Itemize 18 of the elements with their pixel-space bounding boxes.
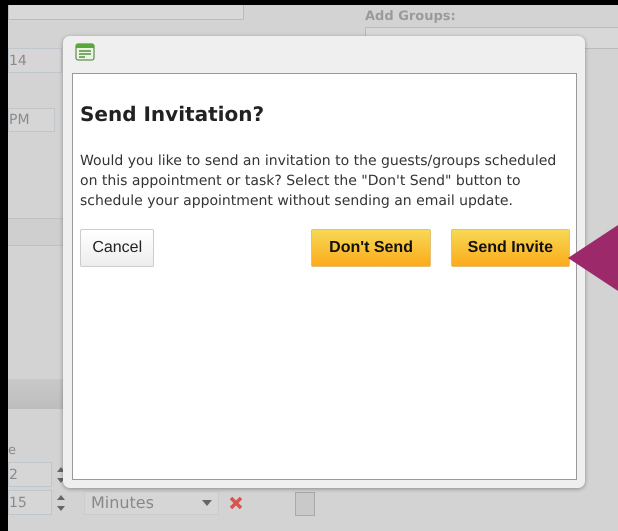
- number-field[interactable]: 15: [8, 490, 52, 515]
- caret-icon[interactable]: [202, 500, 212, 506]
- number-field[interactable]: 2: [8, 462, 52, 487]
- arrow-icon: [568, 225, 618, 291]
- dialog-title: Send Invitation?: [80, 102, 264, 126]
- date-field[interactable]: 14: [8, 48, 62, 73]
- dialog-message: Would you like to send an invitation to the guests/groups scheduled on this appointment or task? Select the "Don't Send" button to schedule your appointment without sending an email update.: [80, 152, 558, 211]
- add-groups-label: Add Groups:: [365, 9, 457, 24]
- unit-dropdown[interactable]: Minutes: [84, 490, 219, 514]
- time-field[interactable]: PM: [8, 108, 55, 132]
- window-icon: [75, 43, 95, 61]
- send-invite-button[interactable]: Send Invite: [450, 229, 570, 267]
- field-label: e: [8, 443, 17, 459]
- scrollbar-thumb[interactable]: [295, 492, 315, 516]
- close-icon[interactable]: [229, 496, 243, 510]
- text-field[interactable]: [8, 5, 244, 20]
- dont-send-button[interactable]: Don't Send: [311, 229, 431, 267]
- cancel-button[interactable]: Cancel: [80, 229, 154, 267]
